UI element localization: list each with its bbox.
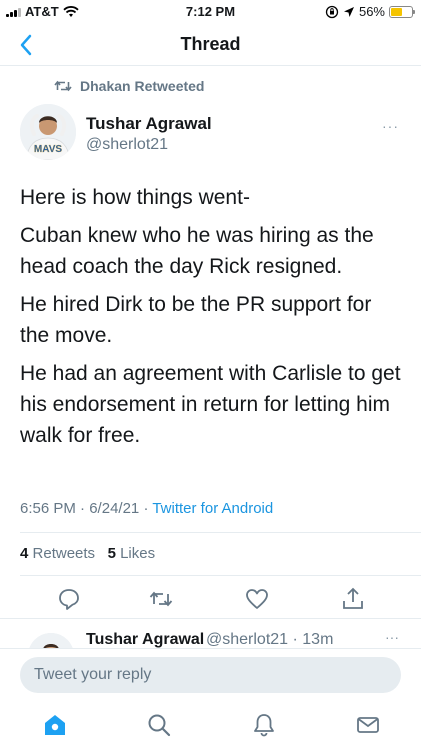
retweet-indicator[interactable]: Dhakan Retweeted [54,78,204,94]
tweet-paragraph: He had an agreement with Carlisle to get… [20,362,401,447]
battery-fill [391,7,403,16]
retweet-icon[interactable] [148,586,174,612]
messages-mail-icon[interactable] [355,712,381,738]
tweet-paragraph: Cuban knew who he was hiring as the head… [20,224,374,278]
divider [20,532,421,533]
author-name[interactable]: Tushar Agrawal [86,114,212,134]
next-tweet-avatar[interactable] [28,633,74,648]
tweet-paragraph: Here is how things went- [20,186,250,209]
search-icon[interactable] [146,712,172,738]
status-bar: AT&T 7:12 PM 56% [0,0,421,24]
avatar[interactable]: MAVS [20,104,76,160]
page-title: Thread [180,34,241,54]
like-heart-icon[interactable] [244,586,270,612]
reply-icon[interactable] [56,586,82,612]
tweet-date: 6/24/21 [89,500,140,517]
status-right: 56% [325,4,415,19]
notifications-bell-icon[interactable] [251,712,277,738]
header: Thread [0,24,421,66]
next-tweet-more-button[interactable]: ··· [385,629,399,645]
home-icon[interactable] [42,712,68,738]
likes-stat[interactable]: 5 Likes [108,545,156,562]
tweet-stats: 4 Retweets 5 Likes [20,545,155,562]
avatar-image [28,633,74,648]
retweet-small-icon [54,80,72,92]
next-tweet-handle[interactable]: @sherlot21 · 13m [206,631,333,648]
next-tweet-author-name[interactable]: Tushar Agrawal [86,631,204,648]
meta-separator: · [143,500,153,517]
retweets-stat[interactable]: 4 Retweets [20,545,95,562]
more-options-button[interactable]: ··· [382,118,399,134]
share-icon[interactable] [340,586,366,612]
orientation-lock-icon [325,5,339,18]
tweet-actions [56,586,376,612]
avatar-image: MAVS [20,104,76,160]
battery-percent: 56% [358,4,385,19]
tweet-text: Here is how things went- Cuban knew who … [20,182,405,458]
retweets-count: 4 [20,545,29,562]
location-icon [343,6,354,17]
tweet-meta: 6:56 PM · 6/24/21 · Twitter for Android [20,500,273,517]
avatar-text: MAVS [34,144,62,155]
divider [20,575,421,576]
retweeted-by-label: Dhakan Retweeted [80,78,205,94]
tweet-source-link[interactable]: Twitter for Android [152,500,273,517]
retweets-label: Retweets [32,545,96,562]
likes-label: Likes [120,545,156,562]
meta-separator: · [80,500,90,517]
reply-bar [0,648,421,700]
likes-count: 5 [107,545,116,562]
tab-bar [0,702,421,750]
battery-icon [389,5,415,18]
tweet-paragraph: He hired Dirk to be the PR support for t… [20,293,372,347]
reply-input[interactable] [20,657,401,693]
next-tweet-preview[interactable]: Tushar Agrawal @sherlot21 · 13m ··· [0,618,421,648]
tweet-time: 6:56 PM [20,500,76,517]
author-handle[interactable]: @sherlot21 [86,136,168,154]
